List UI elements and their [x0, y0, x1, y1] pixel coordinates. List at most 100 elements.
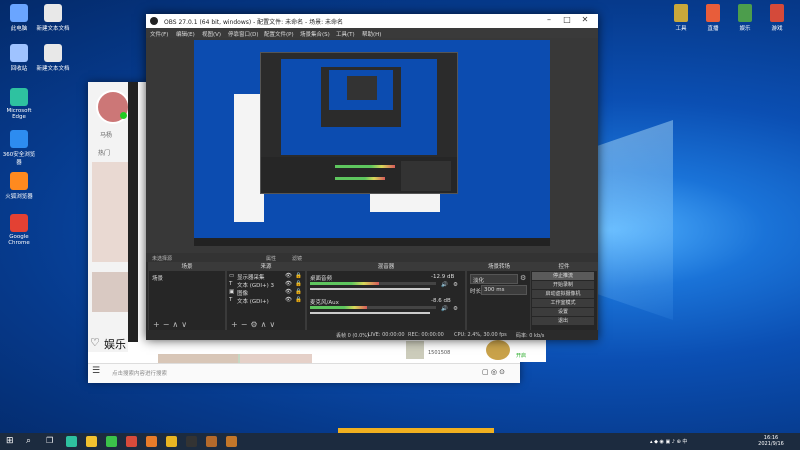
lock-icon[interactable]: 🔒: [295, 297, 302, 303]
app-brown-icon[interactable]: [206, 436, 217, 447]
lock-icon[interactable]: 🔒: [295, 289, 302, 295]
control-button[interactable]: 开始录制: [532, 281, 594, 289]
control-button[interactable]: 设置: [532, 308, 594, 316]
eye-icon[interactable]: 👁: [285, 273, 292, 279]
obs-icon[interactable]: [186, 436, 197, 447]
nav-label-hot[interactable]: 热门: [98, 148, 110, 157]
source-type-icon: T: [229, 281, 233, 287]
gear-icon[interactable]: ⚙: [520, 274, 526, 282]
desktop-icon[interactable]: 回收站: [2, 44, 36, 72]
properties-button[interactable]: 属性: [266, 255, 276, 262]
start-button[interactable]: ⊞: [6, 436, 14, 446]
menu-item[interactable]: 视图(V): [202, 30, 221, 38]
rec-timer: REC: 00:00:00: [408, 332, 444, 338]
menu-item[interactable]: 文件(F): [150, 30, 168, 38]
task-view-icon[interactable]: ❐: [46, 436, 57, 447]
video-thumbnail[interactable]: [92, 162, 128, 262]
app-brown2-icon[interactable]: [226, 436, 237, 447]
eye-icon[interactable]: 👁: [285, 281, 292, 287]
nav-label-username[interactable]: 马杨: [100, 130, 112, 139]
dark-panel: [128, 82, 138, 342]
control-button[interactable]: 启动虚拟摄像机: [532, 290, 594, 298]
duration-input[interactable]: 300 ms: [481, 285, 527, 295]
search-input[interactable]: 点击搜索内容进行搜索: [112, 369, 167, 377]
menu-item[interactable]: 停靠窗口(D): [228, 30, 259, 38]
online-status-dot: [120, 112, 127, 119]
desktop-icon[interactable]: 新建文本文档: [36, 44, 70, 72]
edge-icon[interactable]: [66, 436, 77, 447]
desktop-icon[interactable]: 此电脑: [2, 4, 36, 32]
app-yellow-icon[interactable]: [166, 436, 177, 447]
source-toolbar[interactable]: +−⚙∧∨: [231, 320, 278, 329]
scenes-panel-title: 场景: [149, 263, 225, 271]
sources-panel-title: 来源: [227, 263, 305, 271]
source-item[interactable]: ▣ 图像 👁 🔒: [229, 289, 303, 297]
controls-panel-title: 控件: [531, 263, 597, 271]
volume-slider[interactable]: [310, 312, 430, 314]
speaker-icon[interactable]: 🔊: [441, 282, 448, 288]
source-item[interactable]: T 文本 (GDI+) 👁 🔒: [229, 297, 303, 305]
preview-canvas[interactable]: [194, 40, 550, 246]
source-item[interactable]: T 文本 (GDI+) 3 👁 🔒: [229, 281, 303, 289]
control-button[interactable]: 退出: [532, 317, 594, 325]
search-icon[interactable]: ⌕: [26, 436, 37, 447]
scene-item[interactable]: 场景: [152, 274, 163, 282]
maximize-button[interactable]: □: [560, 15, 574, 27]
sources-panel: 来源 ▭ 显示器采集 👁 🔒 T 文本 (GDI+) 3 👁 🔒 ▣ 图像 👁 🔒 T 文本 (GDI+)…: [226, 262, 306, 332]
desktop-icon[interactable]: 直播: [696, 4, 730, 32]
control-button[interactable]: 停止推流: [532, 272, 594, 280]
menu-icon[interactable]: ☰: [92, 366, 100, 376]
app-orange-icon[interactable]: [146, 436, 157, 447]
desktop-icon[interactable]: 工具: [664, 4, 698, 32]
speaker-icon[interactable]: 🔊: [441, 306, 448, 312]
desktop-icon[interactable]: 新建文本文档: [36, 4, 70, 32]
desktop-icon[interactable]: Microsoft Edge: [2, 88, 36, 120]
desktop-icon-label: 回收站: [10, 66, 28, 72]
video-thumbnail[interactable]: [92, 272, 128, 312]
bottom-action-icons[interactable]: ▢ ◎ ⊙: [482, 368, 505, 376]
lock-icon[interactable]: 🔒: [295, 281, 302, 287]
volume-slider[interactable]: [310, 288, 430, 290]
menu-item[interactable]: 帮助(H): [362, 30, 381, 38]
menu-item[interactable]: 工具(T): [336, 30, 355, 38]
gear-icon[interactable]: ⚙: [453, 306, 458, 312]
app-red-icon[interactable]: [126, 436, 137, 447]
gear-icon[interactable]: ⚙: [453, 282, 458, 288]
section-title-entertainment: 娱乐: [104, 338, 126, 351]
system-tray-icons[interactable]: ▴ ◆ ◉ ▣ ♪ ⊕ 中: [650, 438, 687, 445]
avatar[interactable]: [486, 340, 510, 360]
side-info-card[interactable]: 1501508 开启: [402, 338, 546, 362]
preview-area[interactable]: [146, 38, 598, 253]
close-button[interactable]: ✕: [578, 15, 592, 27]
desktop-icon[interactable]: Google Chrome: [2, 214, 36, 246]
wechat-icon[interactable]: [106, 436, 117, 447]
app-icon: [674, 4, 688, 22]
obs-window[interactable]: OBS 27.0.1 (64 bit, windows) - 配置文件: 未命名…: [146, 14, 598, 340]
heart-icon[interactable]: ♡: [90, 336, 100, 349]
eye-icon[interactable]: 👁: [285, 289, 292, 295]
menu-item[interactable]: 场景集合(S): [300, 30, 330, 38]
source-item[interactable]: ▭ 显示器采集 👁 🔒: [229, 273, 303, 281]
source-type-icon: ▭: [229, 273, 235, 279]
desktop-icon[interactable]: 360安全浏览器: [2, 130, 36, 166]
desktop-icon[interactable]: 火狐浏览器: [2, 172, 36, 200]
clock[interactable]: 16:16 2021/9/16: [748, 435, 794, 447]
no-source-label: 未选择源: [152, 256, 173, 262]
avatar[interactable]: [96, 90, 130, 124]
bitrate: 码率: 0 kb/s: [516, 333, 545, 339]
menu-item[interactable]: 配置文件(P): [264, 30, 294, 38]
lock-icon[interactable]: 🔒: [295, 273, 302, 279]
context-bar: 未选择源 属性 滤镜: [146, 253, 598, 262]
filters-button[interactable]: 滤镜: [292, 255, 302, 262]
transition-select[interactable]: 淡化: [470, 274, 518, 284]
source-type-icon: T: [229, 297, 233, 303]
desktop-icon[interactable]: 游戏: [760, 4, 794, 32]
eye-icon[interactable]: 👁: [285, 297, 292, 303]
menu-item[interactable]: 编辑(E): [176, 30, 195, 38]
minimize-button[interactable]: –: [542, 15, 556, 27]
menu-bar: 文件(F) 编辑(E) 视图(V) 停靠窗口(D) 配置文件(P) 场景集合(S) 工具(T…: [146, 28, 598, 38]
explorer-icon[interactable]: [86, 436, 97, 447]
scene-toolbar[interactable]: +−∧∨: [153, 320, 190, 329]
control-button[interactable]: 工作室模式: [532, 299, 594, 307]
desktop-icon[interactable]: 娱乐: [728, 4, 762, 32]
